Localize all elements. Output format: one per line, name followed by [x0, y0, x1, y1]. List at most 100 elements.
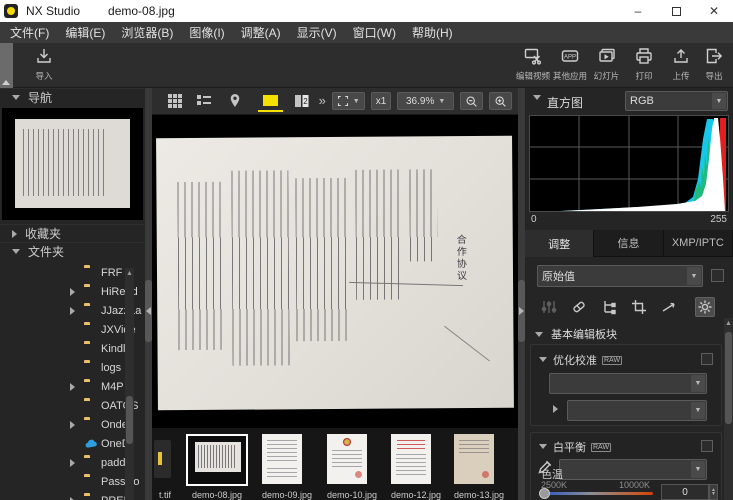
- tab-xmp-iptc[interactable]: XMP/IPTC: [664, 230, 733, 257]
- chevron-right-icon[interactable]: [553, 405, 558, 413]
- folder-row[interactable]: PREM: [0, 491, 145, 500]
- collapse-left-handle[interactable]: [145, 280, 152, 342]
- folder-row[interactable]: Passwo: [0, 472, 145, 491]
- slider-handle[interactable]: [539, 488, 550, 499]
- color-temp-value-field[interactable]: 0: [661, 484, 709, 500]
- map-view-button[interactable]: [223, 90, 248, 112]
- folder-row[interactable]: logs: [0, 358, 145, 377]
- more-tools-icon[interactable]: »: [319, 93, 326, 108]
- color-temp-slider[interactable]: [541, 492, 653, 495]
- straighten-tool-button[interactable]: [659, 297, 679, 317]
- folder-row[interactable]: paddle: [0, 453, 145, 472]
- grid-view-button[interactable]: [162, 90, 187, 112]
- scrollbar-thumb[interactable]: [126, 396, 133, 444]
- fit-screen-button[interactable]: ▼: [332, 92, 365, 110]
- folder-row[interactable]: JXVide: [0, 320, 145, 339]
- navigator-preview[interactable]: [2, 108, 143, 220]
- list-view-button[interactable]: [191, 90, 216, 112]
- folder-row[interactable]: M4P C: [0, 377, 145, 396]
- picture-control-dropdown[interactable]: ▼: [549, 373, 707, 394]
- folder-row[interactable]: JJazzLa: [0, 301, 145, 320]
- color-control-point-button[interactable]: [599, 297, 619, 317]
- scroll-up-icon[interactable]: ▲: [125, 268, 134, 279]
- settings-button[interactable]: [695, 297, 715, 317]
- expander-icon[interactable]: [70, 383, 75, 391]
- thumbnail: [454, 434, 494, 484]
- chevron-down-icon[interactable]: [533, 95, 541, 100]
- menu-file[interactable]: 文件(F): [10, 24, 49, 41]
- chevron-down-icon[interactable]: [539, 444, 547, 449]
- expander-icon[interactable]: [70, 497, 75, 500]
- preset-dropdown[interactable]: 原始值 ▼: [537, 265, 703, 287]
- chevron-right-icon: [12, 230, 17, 238]
- menu-adjust[interactable]: 调整(A): [241, 24, 281, 41]
- toolbar-collapse-strip[interactable]: [0, 43, 13, 88]
- expander-icon[interactable]: [70, 288, 75, 296]
- picture-control-tool-button[interactable]: [539, 297, 559, 317]
- preset-toggle-checkbox[interactable]: [711, 269, 724, 282]
- close-button[interactable]: ✕: [695, 0, 733, 22]
- picture-control-checkbox[interactable]: [701, 353, 713, 365]
- folders-section-header[interactable]: 文件夹: [0, 242, 145, 260]
- scroll-up-icon[interactable]: ▲: [724, 318, 733, 329]
- preset-value: 原始值: [542, 268, 575, 284]
- scrollbar-thumb[interactable]: [725, 332, 732, 424]
- image-view-button[interactable]: [258, 90, 283, 112]
- menu-image[interactable]: 图像(I): [189, 24, 224, 41]
- favorites-section-header[interactable]: 收藏夹: [0, 224, 145, 242]
- left-panel-divider[interactable]: [145, 88, 152, 500]
- gear-icon: [697, 299, 713, 315]
- minimize-button[interactable]: –: [619, 0, 657, 22]
- zoom-in-button[interactable]: [489, 92, 512, 110]
- retouch-brush-button[interactable]: [569, 297, 589, 317]
- folder-row[interactable]: HiRend: [0, 282, 145, 301]
- menu-browser[interactable]: 浏览器(B): [121, 24, 173, 41]
- thumbnail: [262, 434, 302, 484]
- sidebar-scrollbar[interactable]: ▲: [125, 268, 134, 500]
- zoom-out-button[interactable]: [460, 92, 483, 110]
- filmstrip-item[interactable]: demo-12.jpg: [391, 434, 431, 484]
- export-button[interactable]: 导出: [692, 46, 733, 86]
- menu-edit[interactable]: 编辑(E): [65, 24, 105, 41]
- expander-icon[interactable]: [70, 421, 75, 429]
- left-sidebar: 导航 收藏夹 文件夹 FRF HiRend JJazzLa JXVide Kin…: [0, 88, 145, 500]
- filmstrip-item[interactable]: demo-10.jpg: [327, 434, 367, 484]
- zoom-percent-dropdown[interactable]: 36.9% ▼: [397, 92, 454, 110]
- crop-tool-button[interactable]: [629, 297, 649, 317]
- tab-info[interactable]: 信息: [594, 230, 663, 257]
- tab-adjustments[interactable]: 调整: [525, 230, 594, 257]
- menu-window[interactable]: 窗口(W): [353, 24, 396, 41]
- right-panel-divider[interactable]: [518, 88, 525, 500]
- filmstrip-item[interactable]: t.tif: [154, 434, 176, 478]
- image-canvas[interactable]: 合作协议: [152, 115, 518, 426]
- white-balance-dropdown[interactable]: ▼: [559, 459, 707, 480]
- folder-row-onedrive[interactable]: OneDr: [0, 434, 145, 453]
- folder-row[interactable]: Kindle: [0, 339, 145, 358]
- compare-view-button[interactable]: 2: [289, 90, 314, 112]
- axis-max-label: 255: [710, 214, 727, 225]
- picture-control-group: 优化校准 RAW ▼ ▼: [530, 344, 722, 426]
- filmstrip-item-selected[interactable]: demo-08.jpg: [186, 434, 248, 486]
- maximize-button[interactable]: [657, 0, 695, 22]
- raw-badge: RAW: [602, 356, 622, 365]
- picture-control-sub-dropdown[interactable]: ▼: [567, 400, 707, 421]
- folder-row[interactable]: FRF: [0, 263, 145, 282]
- basic-edit-section-header[interactable]: 基本编辑板块: [535, 326, 617, 342]
- collapse-right-handle[interactable]: [518, 280, 525, 342]
- filmstrip-item[interactable]: demo-09.jpg: [262, 434, 302, 484]
- right-panel-scrollbar[interactable]: ▲: [724, 318, 733, 500]
- value-spinner[interactable]: ▲▼: [709, 484, 718, 500]
- nav-section-header[interactable]: 导航: [0, 88, 145, 105]
- menu-view[interactable]: 显示(V): [297, 24, 337, 41]
- histogram-channel-dropdown[interactable]: RGB ▼: [625, 91, 728, 111]
- import-button[interactable]: 导入: [22, 46, 66, 86]
- white-balance-checkbox[interactable]: [701, 440, 713, 452]
- expander-icon[interactable]: [70, 459, 75, 467]
- menu-help[interactable]: 帮助(H): [412, 24, 453, 41]
- expander-icon[interactable]: [70, 307, 75, 315]
- scale-1x-button[interactable]: x1: [371, 92, 392, 110]
- filmstrip-item[interactable]: demo-13.jpg: [454, 434, 494, 484]
- folder-row[interactable]: Ondes: [0, 415, 145, 434]
- folder-row[interactable]: OATOS: [0, 396, 145, 415]
- chevron-down-icon[interactable]: [539, 357, 547, 362]
